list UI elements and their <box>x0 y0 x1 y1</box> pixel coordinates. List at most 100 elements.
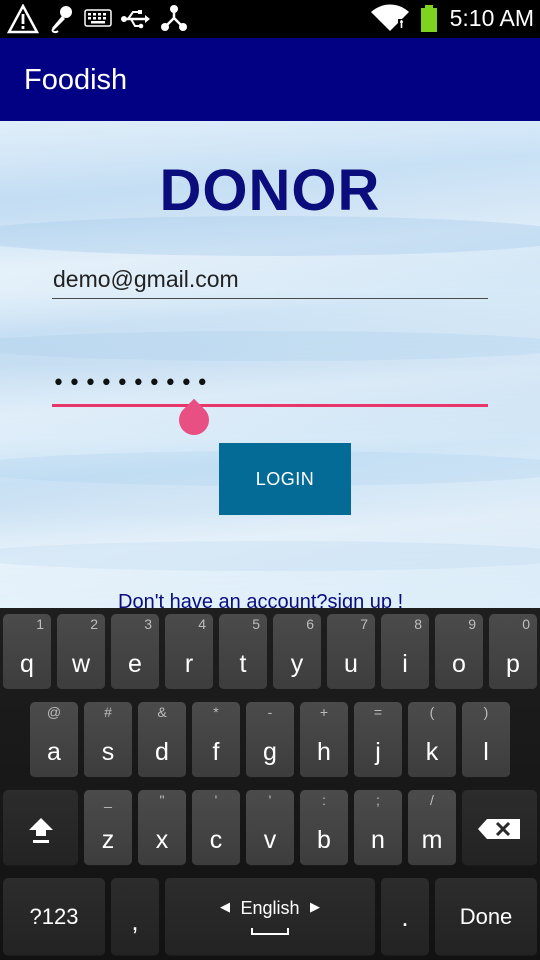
key-label: f <box>212 738 220 766</box>
key-hint: 6 <box>306 616 314 632</box>
key-c[interactable]: ' c <box>192 790 240 866</box>
key-hint: ' <box>214 792 218 808</box>
key-label: d <box>155 738 169 766</box>
status-time: 5:10 AM <box>449 5 534 31</box>
space-key[interactable]: ◀ English ▶ <box>165 878 375 956</box>
chevron-right-icon: ▶ <box>310 900 320 915</box>
key-t[interactable]: 5t <box>219 614 267 690</box>
key-label: h <box>317 738 331 766</box>
key-label: r <box>184 650 194 678</box>
key-hint: 4 <box>198 616 206 632</box>
shift-key[interactable] <box>3 790 78 866</box>
comma-key[interactable]: , <box>111 878 159 956</box>
soft-keyboard: 1q 2w 3e 4r 5t 6y 7u 8i 9o 0p @ a # s & d *… <box>0 608 540 960</box>
key-hint: 1 <box>36 616 44 632</box>
key-label: k <box>425 738 439 766</box>
keyboard-icon <box>84 9 112 27</box>
key-d[interactable]: & d <box>138 702 186 778</box>
key-label: w <box>71 650 91 678</box>
key-hint: 8 <box>414 616 422 632</box>
key-hint: ) <box>483 704 489 720</box>
key-hint: 5 <box>252 616 260 632</box>
key-label: g <box>263 738 277 766</box>
key-hint: ; <box>376 792 380 808</box>
period-key[interactable]: . <box>381 878 429 956</box>
key-label: Done <box>459 904 513 929</box>
wifi-icon <box>371 4 409 31</box>
key-label: x <box>155 826 169 854</box>
key-g[interactable]: -g <box>246 702 294 778</box>
app-title: Foodish <box>24 64 128 96</box>
key-a[interactable]: @ a <box>30 702 78 778</box>
key-v[interactable]: ' v <box>246 790 294 866</box>
key-hint: _ <box>104 792 112 808</box>
key-i[interactable]: 8i <box>381 614 429 690</box>
key-hint: * <box>213 704 219 720</box>
key-p[interactable]: 0p <box>489 614 537 690</box>
key-label: s <box>101 738 115 766</box>
shift-icon <box>29 818 53 843</box>
key-label: z <box>101 826 115 854</box>
key-j[interactable]: = j <box>354 702 402 778</box>
key-hint: ' <box>268 792 272 808</box>
space-bar-icon <box>251 928 289 935</box>
background-wash <box>0 331 540 361</box>
login-button[interactable]: LOGIN <box>219 443 351 515</box>
key-label: c <box>209 826 223 854</box>
language-label: English <box>240 898 300 918</box>
key-q[interactable]: 1q <box>3 614 51 690</box>
key-y[interactable]: 6y <box>273 614 321 690</box>
key-hint: 9 <box>468 616 476 632</box>
key-label: m <box>421 826 443 854</box>
key-m[interactable]: / m <box>408 790 456 866</box>
key-s[interactable]: # s <box>84 702 132 778</box>
login-form: DONOR •••••••••• LOGIN Don't have an acc… <box>0 121 540 608</box>
backspace-icon <box>478 819 520 839</box>
key-label: y <box>290 650 304 678</box>
key-hint: & <box>157 704 167 720</box>
key-w[interactable]: 2w <box>57 614 105 690</box>
key-z[interactable]: _ z <box>84 790 132 866</box>
key-hint: @ <box>46 704 62 720</box>
password-value: •••••••••• <box>52 371 212 396</box>
done-key[interactable]: Done <box>435 878 537 956</box>
email-field[interactable] <box>52 261 488 299</box>
share-icon <box>161 5 187 31</box>
key-f[interactable]: * f <box>192 702 240 778</box>
key-hint: 7 <box>360 616 368 632</box>
status-bar: 5:10 AM <box>0 0 540 38</box>
key-o[interactable]: 9o <box>435 614 483 690</box>
key-n[interactable]: ; n <box>354 790 402 866</box>
key-e[interactable]: 3e <box>111 614 159 690</box>
key-label: e <box>128 650 142 678</box>
key-hint: - <box>267 704 273 720</box>
key-label: v <box>263 826 277 854</box>
backspace-key[interactable] <box>462 790 537 866</box>
key-label: , <box>131 906 139 936</box>
app-bar: Foodish <box>0 38 540 121</box>
key-b[interactable]: :b <box>300 790 348 866</box>
password-field[interactable]: •••••••••• <box>52 367 488 442</box>
page-title: DONOR <box>159 158 381 223</box>
key-label: ?123 <box>29 904 79 929</box>
key-label: u <box>344 650 358 678</box>
key-r[interactable]: 4r <box>165 614 213 690</box>
key-k[interactable]: (k <box>408 702 456 778</box>
key-l[interactable]: ) l <box>462 702 510 778</box>
key-hint: 0 <box>522 616 530 632</box>
key-label: n <box>371 826 385 854</box>
key-hint: ( <box>429 704 435 720</box>
key-h[interactable]: + h <box>300 702 348 778</box>
text-cursor-handle[interactable] <box>172 398 216 442</box>
key-hint: / <box>430 792 434 808</box>
key-label: a <box>47 738 61 766</box>
key-label: q <box>20 650 34 678</box>
key-x[interactable]: " x <box>138 790 186 866</box>
key-hint: + <box>319 704 329 720</box>
usb-icon <box>121 10 150 29</box>
signup-link[interactable]: Don't have an account?sign up ! <box>118 591 403 608</box>
key-u[interactable]: 7u <box>327 614 375 690</box>
symbols-key[interactable]: ?123 <box>3 878 105 956</box>
warning-icon <box>7 4 39 34</box>
key-hint: 2 <box>90 616 98 632</box>
